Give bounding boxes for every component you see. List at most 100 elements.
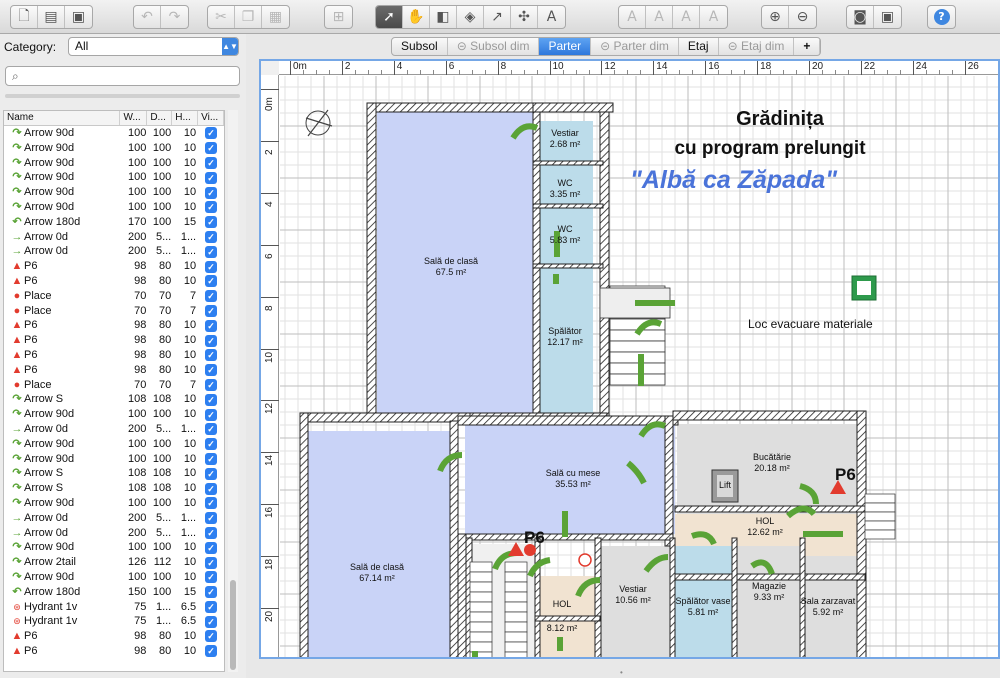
pan-button[interactable]: ✋ [403,6,430,28]
visible-checkbox[interactable]: ✓ [205,556,218,569]
table-row[interactable]: ▲ P6 98 80 10 ✓ [4,318,224,333]
table-row[interactable]: → Arrow 0d 200 5... 1... ✓ [4,230,224,245]
visible-checkbox[interactable]: ✓ [205,245,218,258]
photo-button[interactable]: ◙ [847,6,874,28]
table-row[interactable]: ▲ P6 98 80 10 ✓ [4,363,224,378]
table-row[interactable]: ↷ Arrow 90d 100 100 10 ✓ [4,570,224,585]
add-furniture-button[interactable]: ⊞ [325,6,352,28]
room-label-lift[interactable]: Lift [685,480,765,491]
table-row[interactable]: ↷ Arrow 90d 100 100 10 ✓ [4,141,224,156]
table-row[interactable]: ↷ Arrow S 108 108 10 ✓ [4,466,224,481]
table-row[interactable]: ▲ P6 98 80 10 ✓ [4,259,224,274]
visible-checkbox[interactable]: ✓ [205,438,218,451]
search-input[interactable]: ⌕ [5,66,240,86]
table-row[interactable]: → Arrow 0d 200 5... 1... ✓ [4,422,224,437]
room-label-vestiar1[interactable]: Vestiar 2.68 m² [525,128,605,150]
visible-checkbox[interactable]: ✓ [205,512,218,525]
tab-parter-dim[interactable]: ⊝ Parter dim [591,38,679,55]
zoom-out-button[interactable]: ⊖ [789,6,816,28]
table-row[interactable]: ▲ P6 98 80 10 ✓ [4,644,224,659]
table-row[interactable]: ⊛ Hydrant 1v 75 1... 6.5 ✓ [4,600,224,615]
table-row[interactable]: ↷ Arrow 90d 100 100 10 ✓ [4,437,224,452]
text-style-button[interactable]: A [619,6,646,28]
visible-checkbox[interactable]: ✓ [205,586,218,599]
table-row[interactable]: ↷ Arrow 90d 100 100 10 ✓ [4,452,224,467]
text-size-button[interactable]: A [646,6,673,28]
visible-checkbox[interactable]: ✓ [205,467,218,480]
create-labels-button[interactable]: A [538,6,565,28]
panel-splitter[interactable] [5,94,240,98]
visible-checkbox[interactable]: ✓ [205,216,218,229]
table-row[interactable]: ▲ P6 98 80 10 ✓ [4,333,224,348]
tab-etaj[interactable]: Etaj [679,38,719,55]
cut-button[interactable]: ✂ [208,6,235,28]
paste-button[interactable]: ▦ [262,6,289,28]
visible-checkbox[interactable]: ✓ [205,349,218,362]
room-label-sala-mese[interactable]: Sală cu mese 35.53 m² [533,468,613,490]
category-select[interactable]: All ▲▼ [68,37,239,56]
room-label-hol1[interactable]: HOL 12.62 m² [725,516,805,538]
help-button[interactable]: ? [928,6,955,28]
table-row[interactable]: ↷ Arrow 90d 100 100 10 ✓ [4,185,224,200]
column-header[interactable]: W... [120,111,148,125]
select-button[interactable]: ➚ [376,6,403,28]
table-row[interactable]: → Arrow 0d 200 5... 1... ✓ [4,511,224,526]
visible-checkbox[interactable]: ✓ [205,497,218,510]
create-rooms-button[interactable]: ◈ [457,6,484,28]
table-row[interactable]: ● Place 70 70 7 ✓ [4,304,224,319]
copy-button[interactable]: ❐ [235,6,262,28]
video-button[interactable]: ▣ [874,6,901,28]
visible-checkbox[interactable]: ✓ [205,334,218,347]
table-row[interactable]: → Arrow 0d 200 5... 1... ✓ [4,526,224,541]
table-row[interactable]: → Arrow 0d 200 5... 1... ✓ [4,244,224,259]
column-header[interactable]: Name [4,111,121,125]
visible-checkbox[interactable]: ✓ [205,378,218,391]
visible-checkbox[interactable]: ✓ [205,156,218,169]
table-row[interactable]: ↶ Arrow 180d 150 100 15 ✓ [4,585,224,600]
room-label-bucatarie[interactable]: Bucătărie 20.18 m² [732,452,812,474]
scrollbar-thumb[interactable] [230,580,236,670]
plan-view[interactable]: 0m 2 4 6 8 10 12 14 16 18 20 22 24 26 0m 2 4 6 8 10 12 14 16 1… [259,59,1000,659]
visible-checkbox[interactable]: ✓ [205,408,218,421]
table-row[interactable]: ↷ Arrow 90d 100 100 10 ✓ [4,170,224,185]
bold-button[interactable]: A [673,6,700,28]
table-row[interactable]: ↷ Arrow 90d 100 100 10 ✓ [4,200,224,215]
italic-button[interactable]: A [700,6,727,28]
table-row[interactable]: ↷ Arrow 90d 100 100 10 ✓ [4,496,224,511]
tab-parter[interactable]: Parter [539,38,592,55]
visible-checkbox[interactable]: ✓ [205,571,218,584]
room-label-sala2[interactable]: Sală de clasă 67.14 m² [337,562,417,584]
table-row[interactable]: ⊛ Hydrant 1v 75 1... 6.5 ✓ [4,614,224,629]
visible-checkbox[interactable]: ✓ [205,127,218,140]
tab-subsol-dim[interactable]: ⊝ Subsol dim [448,38,540,55]
room-label-sala-zarzavat[interactable]: Sala zarzavat 5.92 m² [788,596,868,618]
room-label-wc2[interactable]: WC 5.83 m² [525,224,605,246]
room-label-spalator1[interactable]: Spălător 12.17 m² [525,326,605,348]
visible-checkbox[interactable]: ✓ [205,290,218,303]
table-row[interactable]: ▲ P6 98 80 10 ✓ [4,348,224,363]
visible-checkbox[interactable]: ✓ [205,452,218,465]
table-row[interactable]: ▲ P6 98 80 10 ✓ [4,274,224,289]
room-label-sala1[interactable]: Sală de clasă 67.5 m² [411,256,491,278]
room-label-vestiar2[interactable]: Vestiar 10.56 m² [593,584,673,606]
create-walls-button[interactable]: ◧ [430,6,457,28]
visible-checkbox[interactable]: ✓ [205,630,218,643]
visible-checkbox[interactable]: ✓ [205,171,218,184]
visible-checkbox[interactable]: ✓ [205,275,218,288]
visible-checkbox[interactable]: ✓ [205,482,218,495]
tab-subsol[interactable]: Subsol [392,38,448,55]
table-row[interactable]: ↷ Arrow S 108 108 10 ✓ [4,481,224,496]
resize-handle[interactable]: • [620,668,623,677]
table-row[interactable]: ↷ Arrow S 108 108 10 ✓ [4,392,224,407]
visible-checkbox[interactable]: ✓ [205,393,218,406]
table-row[interactable]: ↷ Arrow 90d 100 100 10 ✓ [4,156,224,171]
new-button[interactable]: 🗋 [11,6,38,28]
visible-checkbox[interactable]: ✓ [205,364,218,377]
visible-checkbox[interactable]: ✓ [205,423,218,436]
furniture-table-scrollbar[interactable] [228,110,238,672]
table-row[interactable]: ● Place 70 70 7 ✓ [4,289,224,304]
table-row[interactable]: ↶ Arrow 180d 170 100 15 ✓ [4,215,224,230]
save-button[interactable]: ▣ [65,6,92,28]
create-polylines-button[interactable]: ↗ [484,6,511,28]
column-header[interactable]: H... [172,111,199,125]
